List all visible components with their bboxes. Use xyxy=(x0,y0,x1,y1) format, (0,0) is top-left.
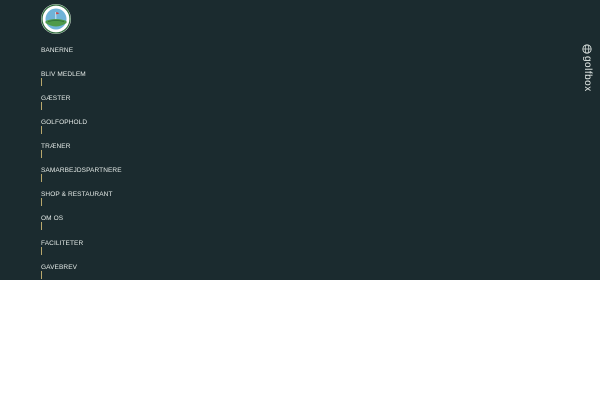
nav-item-tick xyxy=(41,222,42,230)
nav-item-om-os[interactable]: OM OS xyxy=(41,215,181,231)
nav-item-tick xyxy=(41,247,42,255)
nav-item-tick xyxy=(41,126,42,134)
nav-item-gaester[interactable]: GÆSTER xyxy=(41,95,181,111)
globe-icon xyxy=(582,44,592,54)
nav-item-label: GAVEBREV xyxy=(41,264,78,271)
nav-item-label: FACILITETER xyxy=(41,240,84,247)
nav-item-traener[interactable]: TRÆNER xyxy=(41,143,181,159)
nav-item-golfophold[interactable]: GOLFOPHOLD xyxy=(41,119,181,135)
nav-item-bliv-medlem[interactable]: BLIV MEDLEM xyxy=(41,71,181,87)
nav-item-faciliteter[interactable]: FACILITETER xyxy=(41,240,181,256)
golfbox-link[interactable]: golfbox xyxy=(578,42,598,104)
nav-item-label: SAMARBEJDSPARTNERE xyxy=(41,167,122,174)
nav-item-label: BLIV MEDLEM xyxy=(41,71,86,78)
golfbox-label: golfbox xyxy=(582,56,593,92)
nav-item-label: TRÆNER xyxy=(41,143,71,150)
nav-item-label: GOLFOPHOLD xyxy=(41,119,88,126)
nav-item-tick xyxy=(41,102,42,110)
nav-item-label: OM OS xyxy=(41,215,64,222)
nav-item-tick xyxy=(41,78,42,86)
nav-item-banerne[interactable]: BANERNE xyxy=(41,47,181,63)
nav-item-label: SHOP & RESTAURANT xyxy=(41,191,113,198)
nav-item-label: GÆSTER xyxy=(41,95,71,102)
nav-item-tick xyxy=(41,150,42,158)
club-logo[interactable] xyxy=(41,4,71,34)
nav-item-tick xyxy=(41,271,42,279)
menu-panel: BANERNE BLIV MEDLEM GÆSTER GOLFOPHOLD TR… xyxy=(0,0,600,280)
nav-item-gavebrev[interactable]: GAVEBREV xyxy=(41,264,181,280)
logo-emblem-icon xyxy=(41,4,71,34)
nav-item-tick xyxy=(41,174,42,182)
nav-item-label: BANERNE xyxy=(41,47,74,54)
nav-item-samarbejdspartnere[interactable]: SAMARBEJDSPARTNERE xyxy=(41,167,181,183)
nav-item-shop-restaurant[interactable]: SHOP & RESTAURANT xyxy=(41,191,181,207)
nav-item-tick xyxy=(41,198,42,206)
